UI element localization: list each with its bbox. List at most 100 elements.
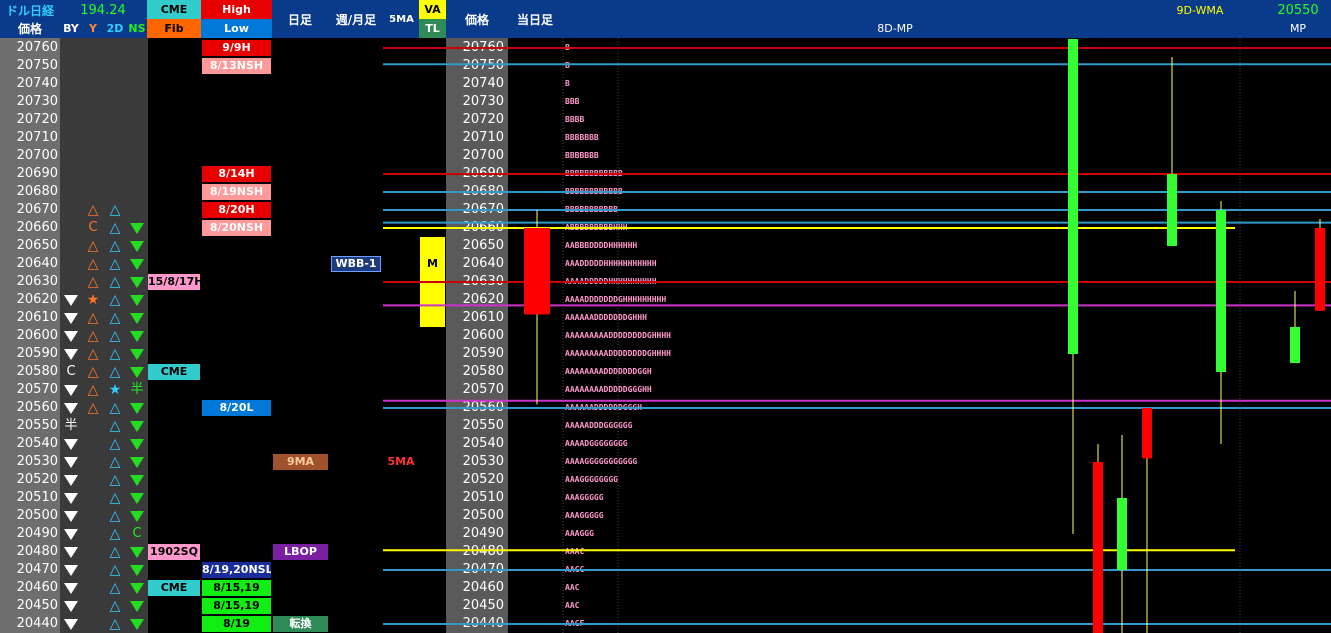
down-triangle-green-icon — [126, 471, 148, 489]
up-triangle-outline-icon: △ — [109, 202, 121, 218]
down-triangle-green-icon — [126, 255, 148, 273]
down-triangle-icon — [60, 345, 82, 363]
down-triangle-green-icon — [126, 327, 148, 345]
up-triangle-outline-icon: △ — [109, 310, 121, 326]
up-triangle-outline-icon: △ — [109, 256, 121, 272]
up-triangle-outline-icon: △ — [87, 256, 99, 272]
up-triangle-outline-icon: △ — [87, 202, 99, 218]
up-triangle-outline-icon: △ — [87, 274, 99, 290]
header-weekly-monthly: 週/月足 — [335, 12, 377, 27]
star-icon: ★ — [86, 292, 100, 308]
high-low-label: 8/15,19 — [202, 580, 271, 596]
marker-text: C — [132, 526, 142, 541]
up-triangle-outline-icon: △ — [109, 508, 121, 524]
price-cell: 20620 — [16, 292, 58, 307]
down-triangle-green-icon — [126, 345, 148, 363]
price-cell: 20510 — [16, 490, 58, 505]
price-cell: 20490 — [16, 526, 58, 541]
up-triangle-outline-icon: △ — [109, 364, 121, 380]
header-tl: TL — [419, 19, 446, 38]
candle-body — [1117, 498, 1127, 570]
price-cell: 20480 — [16, 544, 58, 559]
down-triangle-green-icon — [126, 579, 148, 597]
price-cell: 20640 — [16, 256, 58, 271]
down-triangle-green-icon — [126, 507, 148, 525]
header-col-y: Y — [89, 21, 97, 35]
price-cell: 20630 — [16, 274, 58, 289]
candle-body — [1142, 408, 1152, 459]
price-cell: 20530 — [16, 454, 58, 469]
up-triangle-outline-icon: △ — [109, 418, 121, 434]
up-triangle-outline-icon: △ — [87, 328, 99, 344]
down-triangle-icon — [60, 507, 82, 525]
high-low-label: 8/14H — [202, 166, 271, 182]
header-rate: 194.24 — [80, 2, 126, 18]
price-cell: 20460 — [16, 580, 58, 595]
price-cell: 20540 — [16, 436, 58, 451]
up-triangle-outline-icon: △ — [109, 526, 121, 542]
header-price-label: 価格 — [17, 21, 42, 36]
header-va: VA — [419, 0, 446, 19]
marker-text: C — [66, 364, 76, 379]
header-col-ns: NS — [128, 21, 146, 35]
price-cell: 20550 — [16, 418, 58, 433]
daily-label: LBOP — [273, 544, 328, 560]
up-triangle-outline-icon: △ — [109, 562, 121, 578]
daily-label: 転換 — [273, 616, 328, 632]
up-triangle-outline-icon: △ — [109, 328, 121, 344]
up-triangle-outline-icon: △ — [87, 346, 99, 362]
down-triangle-green-icon — [126, 273, 148, 291]
price-cell: 20610 — [16, 310, 58, 325]
candle-body — [1315, 228, 1325, 311]
header-9d-wma: 9D-WMA — [1176, 3, 1224, 17]
down-triangle-green-icon — [126, 219, 148, 237]
up-triangle-outline-icon: △ — [87, 238, 99, 254]
down-triangle-green-icon — [126, 543, 148, 561]
down-triangle-icon — [60, 453, 82, 471]
price-cell: 20590 — [16, 346, 58, 361]
down-triangle-icon — [60, 435, 82, 453]
header-fib: Fib — [147, 19, 201, 38]
up-triangle-outline-icon: △ — [109, 238, 121, 254]
price-cell: 20690 — [16, 166, 58, 181]
price-cell: 20740 — [16, 76, 58, 91]
up-triangle-outline-icon: △ — [87, 382, 99, 398]
down-triangle-icon — [60, 309, 82, 327]
high-low-label: 8/15,19 — [202, 598, 271, 614]
up-triangle-outline-icon: △ — [109, 580, 121, 596]
high-low-label: 9/9H — [202, 40, 271, 56]
header-high: High — [201, 0, 272, 19]
down-triangle-icon — [60, 381, 82, 399]
down-triangle-green-icon — [126, 453, 148, 471]
down-triangle-green-icon — [126, 291, 148, 309]
candle-body — [1093, 462, 1103, 633]
price-cell: 20520 — [16, 472, 58, 487]
price-cell: 20650 — [16, 238, 58, 253]
up-triangle-outline-icon: △ — [109, 616, 121, 632]
price-cell: 20570 — [16, 382, 58, 397]
up-triangle-outline-icon: △ — [87, 400, 99, 416]
down-triangle-green-icon — [126, 417, 148, 435]
price-cell: 20440 — [16, 616, 58, 631]
down-triangle-green-icon — [126, 363, 148, 381]
up-triangle-outline-icon: △ — [109, 598, 121, 614]
cme-label: 15/8/17H — [148, 274, 200, 290]
down-triangle-green-icon — [126, 561, 148, 579]
high-low-label: 8/20L — [202, 400, 271, 416]
candle-body — [1068, 39, 1078, 354]
price-cell: 20670 — [16, 202, 58, 217]
down-triangle-green-icon — [126, 309, 148, 327]
header-8d-mp: 8D-MP — [877, 21, 913, 35]
cme-label: CME — [148, 364, 200, 380]
candle-body — [1216, 210, 1226, 372]
high-low-label: 8/19 — [202, 616, 271, 632]
up-triangle-outline-icon: △ — [87, 364, 99, 380]
price-cell: 20580 — [16, 364, 58, 379]
market-profile-chart — [383, 38, 1331, 633]
price-cell: 20700 — [16, 148, 58, 163]
down-triangle-icon — [60, 561, 82, 579]
high-low-label: 8/19,20NSL — [202, 562, 271, 578]
today-candle-body — [524, 228, 550, 315]
price-cell: 20450 — [16, 598, 58, 613]
up-triangle-outline-icon: △ — [109, 454, 121, 470]
